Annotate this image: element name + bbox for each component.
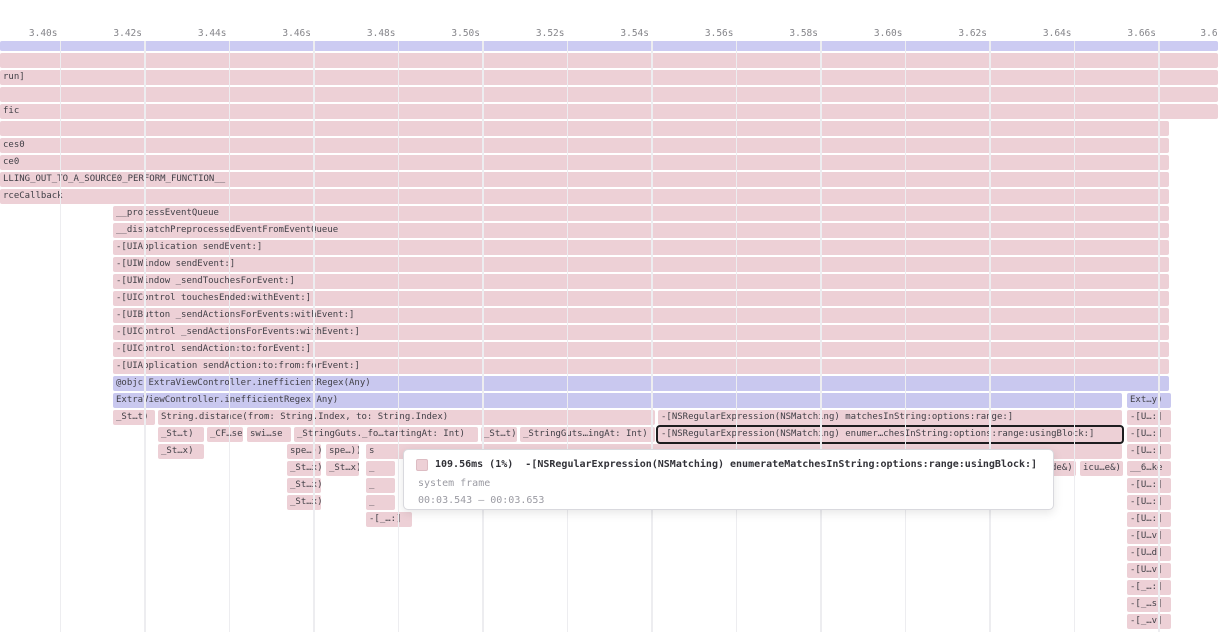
flame-box[interactable]: -[U…:]: [1127, 444, 1171, 459]
tooltip-time-range: 00:03.543 — 00:03.653: [418, 495, 1043, 506]
flame-box[interactable]: -[UIApplication sendAction:to:from:forEv…: [113, 359, 1169, 374]
flame-box[interactable]: [0, 53, 1218, 68]
flame-box[interactable]: -[UIWindow sendEvent:]: [113, 257, 1169, 272]
flame-box[interactable]: -[U…:]: [1127, 410, 1171, 425]
flame-box[interactable]: -[UIControl _sendActionsForEvents:withEv…: [113, 325, 1169, 340]
flame-box[interactable]: ce0: [0, 155, 1169, 170]
time-tick-label: 3.42s: [113, 28, 142, 40]
flame-box[interactable]: [0, 41, 1218, 51]
flame-box[interactable]: -[UIApplication sendEvent:]: [113, 240, 1169, 255]
flame-box[interactable]: __dispatchPreprocessedEventFromEventQueu…: [113, 223, 1169, 238]
frame-color-chip: [416, 459, 428, 471]
time-tick-label: 3.44s: [198, 28, 227, 40]
flame-box[interactable]: _: [366, 495, 395, 510]
flame-box[interactable]: -[_…v]: [1127, 614, 1171, 629]
flame-box[interactable]: [0, 87, 1218, 102]
flame-box[interactable]: _CF…se: [207, 427, 243, 442]
time-tick-label: 3.54s: [620, 28, 649, 40]
flame-box[interactable]: _St…t): [158, 427, 204, 442]
flame-box[interactable]: -[NSRegularExpression(NSMatching) matche…: [658, 410, 1122, 425]
time-tick-label: 3.62s: [958, 28, 987, 40]
time-tick-label: 3.68s: [1200, 28, 1218, 40]
flame-box[interactable]: -[UIControl sendAction:to:forEvent:]: [113, 342, 1169, 357]
flame-box[interactable]: -[U…:]: [1127, 495, 1171, 510]
flame-box[interactable]: __processEventQueue: [113, 206, 1169, 221]
time-ruler[interactable]: 3.40s 3.42s 3.44s 3.46s 3.48s 3.50s 3.52s 3.54s…: [0, 0, 1218, 40]
time-tick-label: 3.66s: [1127, 28, 1156, 40]
tooltip: 109.56ms (1%) -[NSRegularExpression(NSMa…: [403, 449, 1054, 510]
time-tick-label: 3.52s: [536, 28, 565, 40]
flame-box[interactable]: -[U…v]: [1127, 529, 1171, 544]
flame-box[interactable]: run]: [0, 70, 1218, 85]
flame-graph-view: 3.40s 3.42s 3.44s 3.46s 3.48s 3.50s 3.52s 3.54s…: [0, 0, 1218, 632]
time-tick-label: 3.48s: [367, 28, 396, 40]
flame-box[interactable]: -[_…s]: [1127, 597, 1171, 612]
time-tick-label: 3.56s: [705, 28, 734, 40]
time-tick-label: 3.64s: [1043, 28, 1072, 40]
flame-box[interactable]: LLING_OUT_TO_A_SOURCE0_PERFORM_FUNCTION_…: [0, 172, 1169, 187]
flame-box[interactable]: -[UIWindow _sendTouchesForEvent:]: [113, 274, 1169, 289]
flame-box[interactable]: fic: [0, 104, 1218, 119]
flame-chart: run] fic ces0 ce0 LLING_OUT_TO_A_SOURCE0_PER…: [0, 0, 1218, 632]
time-tick-label: 3.46s: [282, 28, 311, 40]
flame-box[interactable]: rceCallback: [0, 189, 1169, 204]
flame-box[interactable]: -[_…:]: [1127, 580, 1171, 595]
flame-box[interactable]: -[_…:]: [366, 512, 412, 527]
flame-box[interactable]: -[U…:]: [1127, 478, 1171, 493]
flame-box[interactable]: @objc ExtraViewController.inefficientReg…: [113, 376, 1169, 391]
flame-box[interactable]: _StringGuts._fo…tartingAt: Int): [294, 427, 478, 442]
flame-box[interactable]: _: [366, 478, 395, 493]
flame-box[interactable]: ces0: [0, 138, 1169, 153]
flame-box[interactable]: -[U…:]: [1127, 512, 1171, 527]
flame-box[interactable]: _St…x): [287, 461, 321, 476]
flame-box[interactable]: _St…t): [113, 410, 155, 425]
tooltip-subtitle: system frame: [418, 478, 1043, 489]
flame-box[interactable]: String.distance(from: String.Index, to: …: [158, 410, 655, 425]
flame-box[interactable]: -[U…v]: [1127, 563, 1171, 578]
flame-box[interactable]: swi…se: [247, 427, 291, 442]
flame-box[interactable]: spe…)): [326, 444, 359, 459]
flame-box[interactable]: _St…t): [481, 427, 517, 442]
time-tick-label: 3.40s: [29, 28, 58, 40]
flame-box[interactable]: Ext…y): [1127, 393, 1171, 408]
tooltip-title: 109.56ms (1%) -[NSRegularExpression(NSMa…: [435, 459, 1037, 470]
flame-box[interactable]: _St…x): [287, 495, 321, 510]
flame-box[interactable]: _St…x): [326, 461, 359, 476]
flame-box[interactable]: _: [366, 461, 395, 476]
flame-box[interactable]: -[UIControl touchesEnded:withEvent:]: [113, 291, 1169, 306]
flame-box-selected[interactable]: -[NSRegularExpression(NSMatching) enumer…: [658, 427, 1122, 442]
flame-box[interactable]: -[U…:]: [1127, 427, 1171, 442]
flame-box[interactable]: -[UIButton _sendActionsForEvents:withEve…: [113, 308, 1169, 323]
time-tick-label: 3.58s: [789, 28, 818, 40]
flame-box[interactable]: _StringGuts…ingAt: Int): [520, 427, 655, 442]
flame-box[interactable]: __6…ke: [1127, 461, 1171, 476]
time-tick-label: 3.60s: [874, 28, 903, 40]
flame-box[interactable]: spe…)): [287, 444, 321, 459]
time-tick-label: 3.50s: [451, 28, 480, 40]
flame-box[interactable]: -[U…d]: [1127, 546, 1171, 561]
tooltip-header: 109.56ms (1%) -[NSRegularExpression(NSMa…: [416, 457, 1043, 472]
flame-box[interactable]: _St…x): [158, 444, 204, 459]
flame-box[interactable]: [0, 121, 1169, 136]
flame-box[interactable]: ExtraViewController.inefficientRegex(Any…: [113, 393, 1122, 408]
flame-box[interactable]: _St…x): [287, 478, 321, 493]
flame-box[interactable]: icu…e&): [1080, 461, 1123, 476]
